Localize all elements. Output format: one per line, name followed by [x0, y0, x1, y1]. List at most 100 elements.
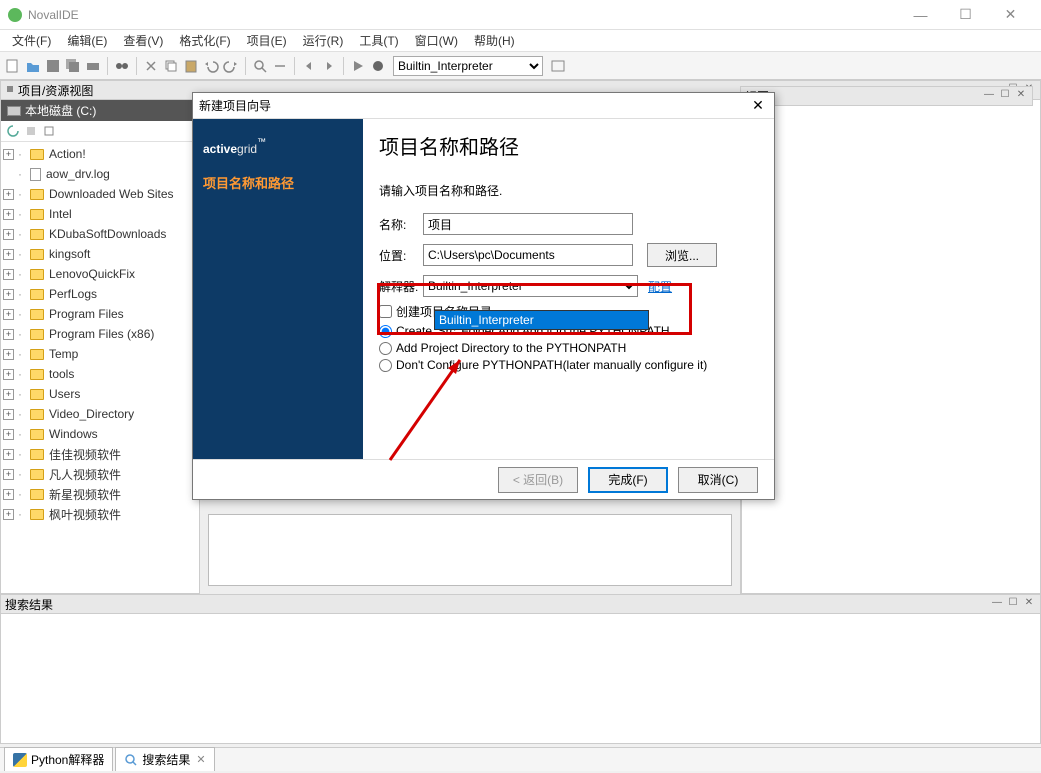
tree-item[interactable]: +·PerfLogs	[3, 284, 197, 304]
redo-icon[interactable]	[222, 57, 240, 75]
cut-icon[interactable]	[142, 57, 160, 75]
tree-item[interactable]: +·新星视频软件	[3, 484, 197, 504]
refresh-icon[interactable]	[5, 123, 21, 139]
nav-forward-icon[interactable]	[320, 57, 338, 75]
expand-icon[interactable]: +	[3, 249, 14, 260]
expand-icon[interactable]: +	[3, 269, 14, 280]
collapse-icon[interactable]	[41, 123, 57, 139]
goto-icon[interactable]	[271, 57, 289, 75]
save-icon[interactable]	[44, 57, 62, 75]
radio-add-project[interactable]	[379, 342, 392, 355]
tree-item[interactable]: +·Downloaded Web Sites	[3, 184, 197, 204]
expand-icon[interactable]: +	[3, 469, 14, 480]
copy-icon[interactable]	[162, 57, 180, 75]
terminal-icon[interactable]	[549, 57, 567, 75]
tree-item[interactable]: ·aow_drv.log	[3, 164, 197, 184]
undo-icon[interactable]	[202, 57, 220, 75]
debug-icon[interactable]	[369, 57, 387, 75]
tree-item[interactable]: +·佳佳视频软件	[3, 444, 197, 464]
tree-item[interactable]: +·KDubaSoftDownloads	[3, 224, 197, 244]
tree-item[interactable]: +·枫叶视频软件	[3, 504, 197, 524]
menu-help[interactable]: 帮助(H)	[466, 30, 523, 51]
expand-icon[interactable]: +	[3, 509, 14, 520]
expand-icon[interactable]: +	[3, 289, 14, 300]
expand-icon[interactable]: +	[3, 369, 14, 380]
panel-maximize-icon[interactable]: ☐	[998, 89, 1012, 103]
configure-link[interactable]: 配置	[648, 278, 672, 295]
tree-item-label: Users	[49, 387, 80, 401]
project-name-input[interactable]	[423, 213, 633, 235]
radio-create-src[interactable]	[379, 325, 392, 338]
tree-item[interactable]: +·Video_Directory	[3, 404, 197, 424]
panel-maximize-icon[interactable]: ☐	[1006, 597, 1020, 611]
tree-item[interactable]: +·凡人视频软件	[3, 464, 197, 484]
expand-icon[interactable]: +	[3, 389, 14, 400]
expand-icon[interactable]: +	[3, 489, 14, 500]
panel-close-icon[interactable]: ✕	[1022, 597, 1036, 611]
brand-logo: activegrid™	[203, 133, 353, 159]
location-input[interactable]	[423, 244, 633, 266]
search-icon[interactable]	[251, 57, 269, 75]
tree-item[interactable]: +·Users	[3, 384, 197, 404]
save-all-icon[interactable]	[64, 57, 82, 75]
run-icon[interactable]	[349, 57, 367, 75]
create-dir-checkbox[interactable]	[379, 305, 392, 318]
tree-item[interactable]: +·Program Files	[3, 304, 197, 324]
tree-item[interactable]: +·Program Files (x86)	[3, 324, 197, 344]
interpreter-select[interactable]: Builtin_Interpreter	[393, 56, 543, 76]
interpreter-select-dialog[interactable]: Builtin_Interpreter	[423, 275, 638, 297]
radio-dont-configure[interactable]	[379, 359, 392, 372]
expand-icon[interactable]: +	[3, 149, 14, 160]
expand-icon[interactable]: +	[3, 189, 14, 200]
open-icon[interactable]	[24, 57, 42, 75]
cancel-button[interactable]: 取消(C)	[678, 467, 758, 493]
browse-button[interactable]: 浏览...	[647, 243, 717, 267]
expand-icon[interactable]: +	[3, 209, 14, 220]
nav-back-icon[interactable]	[300, 57, 318, 75]
expand-icon[interactable]: +	[3, 229, 14, 240]
tree-item[interactable]: +·Windows	[3, 424, 197, 444]
expand-icon[interactable]: +	[3, 409, 14, 420]
tree-item[interactable]: +·Intel	[3, 204, 197, 224]
tree-item[interactable]: +·Temp	[3, 344, 197, 364]
disk-header[interactable]: 本地磁盘 (C:)	[1, 100, 199, 121]
menu-edit[interactable]: 编辑(E)	[59, 30, 115, 51]
tree-item[interactable]: +·tools	[3, 364, 197, 384]
dialog-close-icon[interactable]: ✕	[748, 97, 768, 114]
expand-icon[interactable]: +	[3, 429, 14, 440]
tree-item-label: LenovoQuickFix	[49, 267, 135, 281]
panel-close-icon[interactable]: ✕	[1014, 89, 1028, 103]
tree-item[interactable]: +·LenovoQuickFix	[3, 264, 197, 284]
tab-python-interpreter[interactable]: Python解释器	[4, 747, 113, 771]
menu-window[interactable]: 窗口(W)	[407, 30, 466, 51]
panel-minimize-icon[interactable]: —	[990, 597, 1004, 611]
finish-button[interactable]: 完成(F)	[588, 467, 668, 493]
expand-icon[interactable]: +	[3, 349, 14, 360]
new-file-icon[interactable]	[4, 57, 22, 75]
print-icon[interactable]	[84, 57, 102, 75]
tree-item[interactable]: +·kingsoft	[3, 244, 197, 264]
menu-run[interactable]: 运行(R)	[295, 30, 352, 51]
paste-icon[interactable]	[182, 57, 200, 75]
expand-icon[interactable]: +	[3, 449, 14, 460]
menu-format[interactable]: 格式化(F)	[171, 30, 238, 51]
expand-icon[interactable]: +	[3, 329, 14, 340]
close-button[interactable]: ✕	[988, 0, 1033, 30]
menu-tools[interactable]: 工具(T)	[351, 30, 406, 51]
menu-view[interactable]: 查看(V)	[115, 30, 171, 51]
interpreter-dropdown-list[interactable]: Builtin_Interpreter	[434, 310, 649, 330]
filter-icon[interactable]	[23, 123, 39, 139]
file-tree: +·Action!·aow_drv.log+·Downloaded Web Si…	[1, 142, 199, 526]
expand-icon[interactable]: +	[3, 309, 14, 320]
minimize-button[interactable]: —	[898, 0, 943, 30]
tree-item-label: 枫叶视频软件	[49, 506, 121, 523]
menu-project[interactable]: 项目(E)	[239, 30, 295, 51]
tab-close-icon[interactable]: ✕	[196, 753, 205, 766]
menu-file[interactable]: 文件(F)	[4, 30, 59, 51]
tree-item[interactable]: +·Action!	[3, 144, 197, 164]
dropdown-option[interactable]: Builtin_Interpreter	[435, 311, 648, 329]
tab-search-results[interactable]: 搜索结果 ✕	[115, 747, 214, 771]
binoculars-icon[interactable]	[113, 57, 131, 75]
maximize-button[interactable]: ☐	[943, 0, 988, 30]
panel-minimize-icon[interactable]: —	[982, 89, 996, 103]
